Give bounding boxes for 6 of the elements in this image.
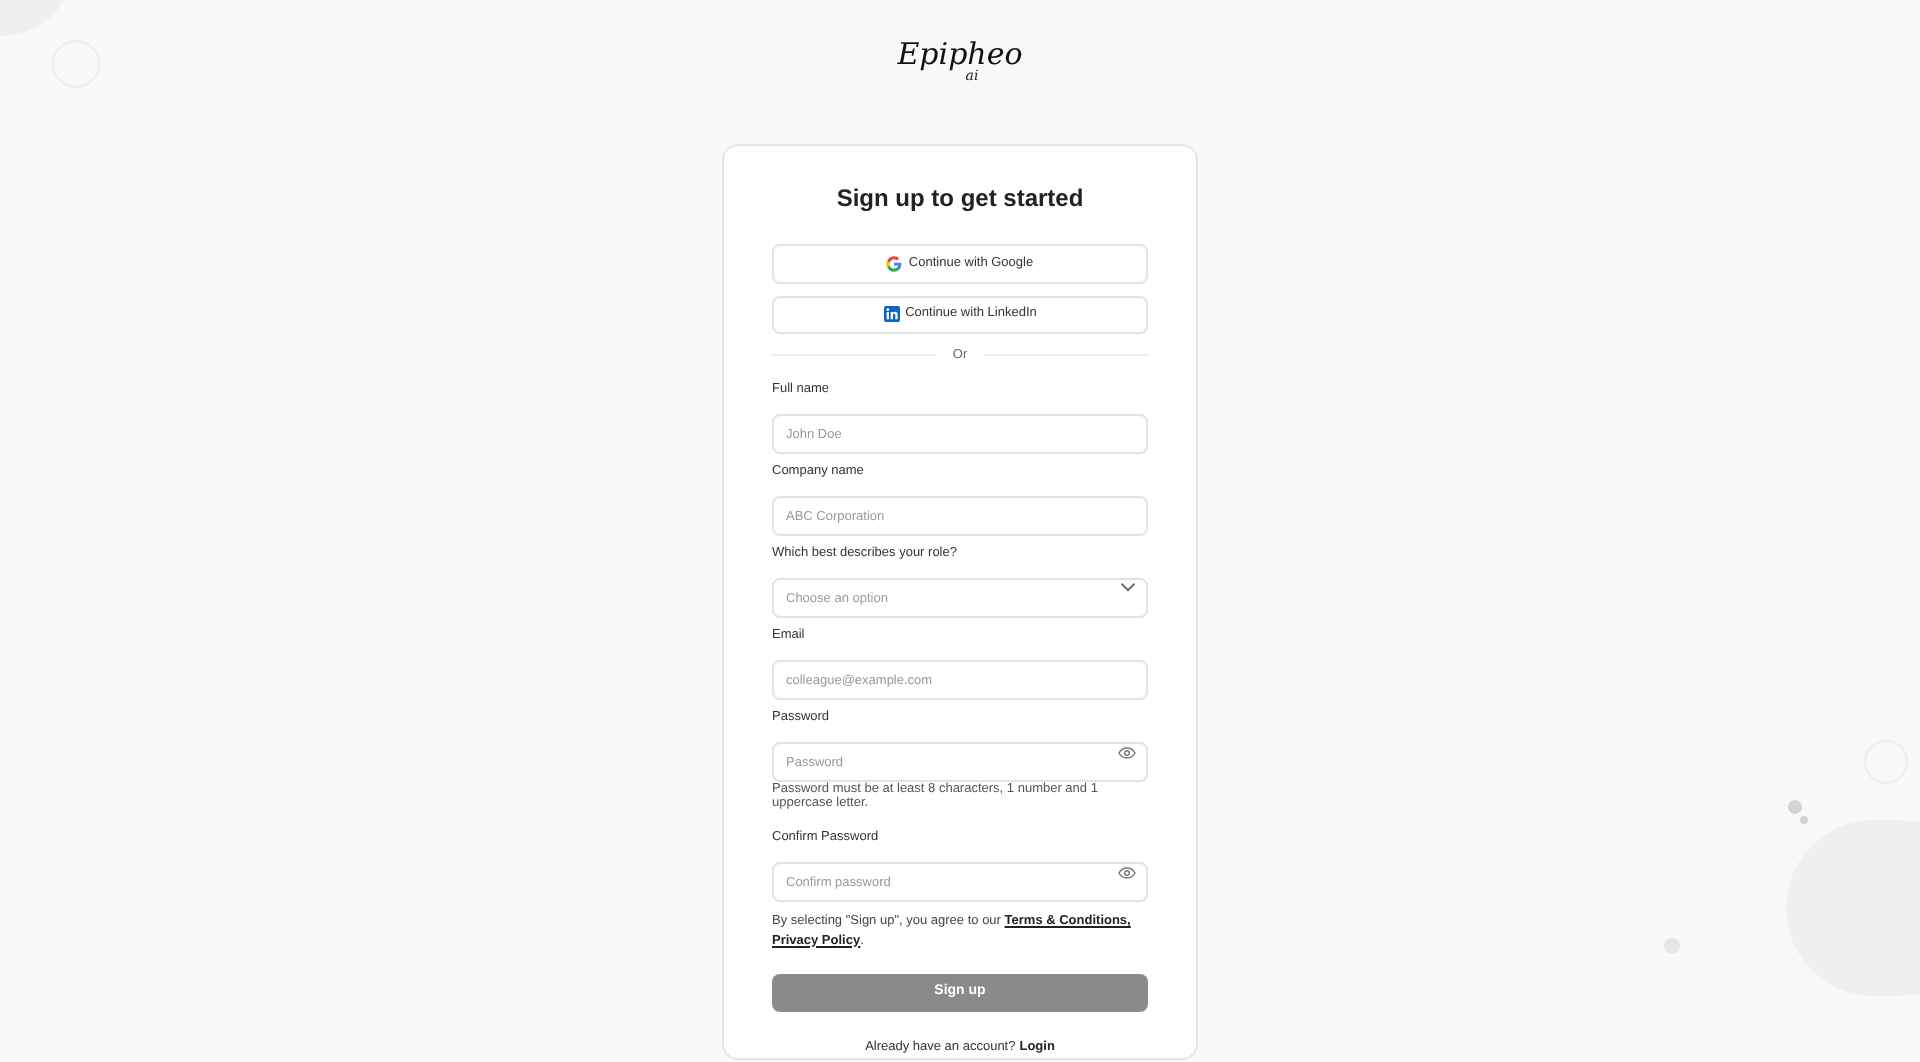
linkedin-icon: [883, 306, 900, 323]
eye-icon[interactable]: [1118, 865, 1136, 880]
eye-icon[interactable]: [1118, 745, 1136, 760]
chevron-down-icon: [1120, 581, 1136, 592]
google-icon: [886, 255, 903, 272]
form-title: Sign up to get started: [834, 182, 1086, 216]
